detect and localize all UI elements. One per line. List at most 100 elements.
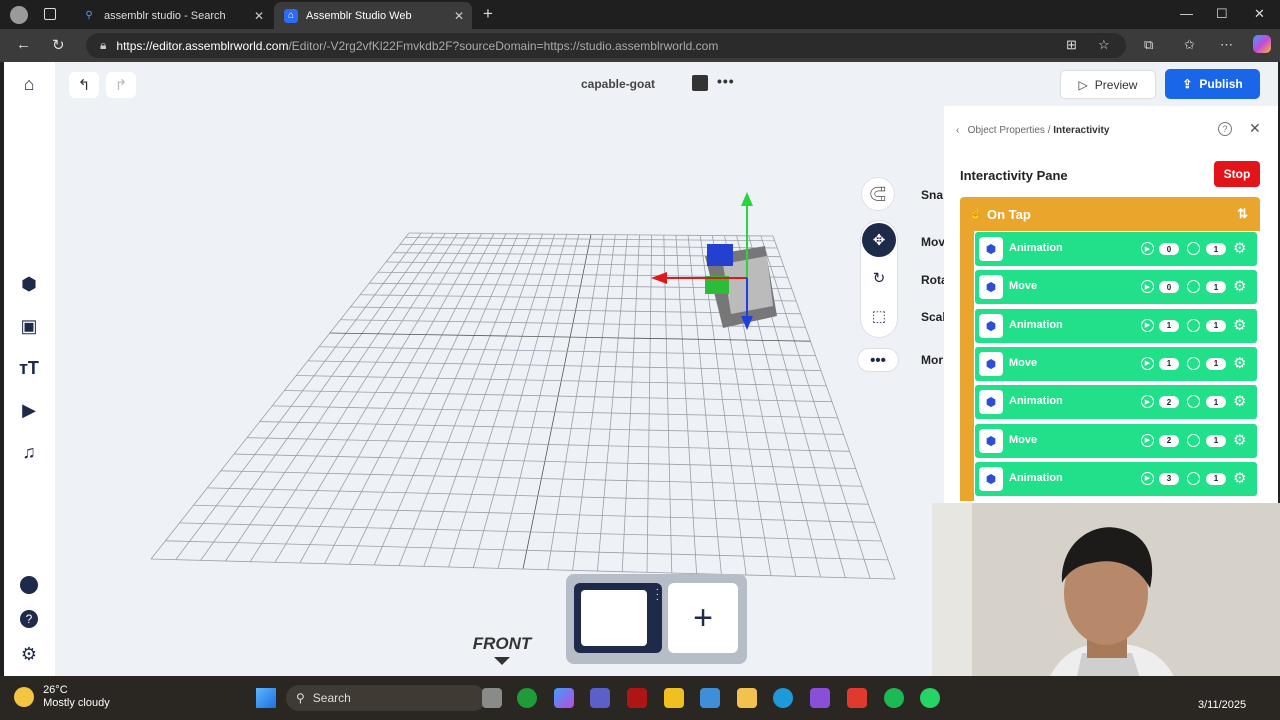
copilot-icon[interactable] (1253, 35, 1271, 53)
tab-assemblr[interactable]: ⌂ Assemblr Studio Web ✕ (274, 2, 472, 29)
app-icon[interactable] (810, 688, 830, 708)
play-icon[interactable]: ▶ (1141, 433, 1154, 447)
settings-icon[interactable]: ⚙ (17, 642, 41, 666)
text-icon[interactable]: тT (17, 356, 41, 380)
action-block[interactable]: ⬢ Move ▶ 1 1 ⚙ (975, 346, 1257, 381)
redo-button[interactable]: ↱ (106, 72, 136, 98)
preview-button[interactable]: ▷ Preview (1060, 70, 1156, 99)
app-icon[interactable] (627, 688, 647, 708)
play-icon[interactable]: ▶ (1141, 395, 1154, 409)
close-icon[interactable]: ✕ (1249, 120, 1261, 137)
taskbar-search[interactable]: ⚲ Search (286, 685, 486, 711)
action-order[interactable]: 1 (1159, 319, 1179, 332)
sort-icon[interactable]: ⇅ (1237, 206, 1248, 222)
back-icon[interactable]: ← (16, 36, 31, 53)
more-options-icon[interactable]: ••• (717, 73, 735, 89)
car-model[interactable] (705, 244, 777, 328)
play-icon[interactable]: ▶ (1141, 242, 1154, 255)
file-explorer-icon[interactable] (482, 688, 502, 708)
image-icon[interactable]: ▣ (17, 314, 41, 338)
tab-actions-icon[interactable] (44, 8, 56, 20)
view-orientation[interactable]: FRONT (452, 625, 552, 665)
action-block[interactable]: ⬢ Animation ▶ 3 1 ⚙ (975, 461, 1257, 496)
scene-thumbnail[interactable]: · · · (574, 583, 662, 653)
scene-menu-icon[interactable]: · · · (656, 585, 659, 605)
action-count[interactable]: 1 (1206, 472, 1226, 485)
undo-button[interactable]: ↰ (69, 72, 99, 98)
play-icon[interactable]: ▶ (1141, 471, 1154, 485)
close-tab-icon[interactable]: ✕ (254, 9, 264, 23)
minimize-icon[interactable]: — (1180, 6, 1193, 21)
folder-icon[interactable] (737, 688, 757, 708)
action-order[interactable]: 3 (1159, 472, 1179, 485)
spotify-icon[interactable] (884, 688, 904, 708)
action-count[interactable]: 1 (1206, 396, 1226, 409)
audio-icon[interactable]: ♫ (17, 440, 41, 464)
action-count[interactable]: 1 (1206, 281, 1226, 294)
play-icon[interactable]: ▶ (1141, 356, 1154, 370)
start-icon[interactable] (256, 688, 276, 708)
3d-object-icon[interactable]: ⬢ (17, 272, 41, 296)
rotate-tool-button[interactable]: ↻ (862, 261, 896, 295)
scale-tool-button[interactable]: ⬚ (862, 299, 896, 333)
gear-icon[interactable]: ⚙ (1233, 431, 1246, 449)
app-icon[interactable] (664, 688, 684, 708)
action-count[interactable]: 1 (1206, 243, 1226, 255)
weather-widget[interactable]: 26°C Mostly cloudy (14, 684, 110, 710)
publish-button[interactable]: ⇪ Publish (1165, 69, 1260, 99)
action-order[interactable]: 2 (1159, 434, 1179, 447)
help-icon[interactable]: ? (17, 607, 41, 631)
window-close-icon[interactable]: ✕ (1254, 6, 1265, 22)
whatsapp-icon[interactable] (920, 688, 940, 708)
action-order[interactable]: 0 (1159, 243, 1179, 255)
app-available-icon[interactable]: ⊞ (1066, 37, 1077, 53)
teams-icon[interactable] (590, 688, 610, 708)
action-order[interactable]: 2 (1159, 396, 1179, 409)
url-field[interactable]: 🔒︎ https://editor.assemblrworld.com /Edi… (86, 33, 1126, 58)
wps-icon[interactable] (847, 688, 867, 708)
profile-avatar[interactable] (10, 6, 28, 24)
action-order[interactable]: 1 (1159, 357, 1179, 370)
menu-icon[interactable]: ⋯ (1220, 37, 1233, 53)
play-icon[interactable]: ▶ (1141, 280, 1154, 294)
favorite-star-icon[interactable]: ☆ (1098, 37, 1110, 53)
action-count[interactable]: 1 (1206, 434, 1226, 447)
gear-icon[interactable]: ⚙ (1233, 239, 1246, 257)
close-tab-icon[interactable]: ✕ (454, 9, 464, 23)
extensions-icon[interactable]: ⧉ (1144, 37, 1153, 53)
3d-viewport[interactable] (55, 106, 943, 676)
gear-icon[interactable]: ⚙ (1233, 354, 1246, 372)
maximize-icon[interactable]: ☐ (1216, 6, 1228, 22)
tab-search[interactable]: ⚲ assemblr studio - Search ✕ (72, 2, 272, 29)
action-count[interactable]: 1 (1206, 357, 1226, 370)
snap-button[interactable]: 🧲︎ (861, 177, 895, 211)
save-icon[interactable] (692, 75, 708, 91)
refresh-icon[interactable]: ↻ (52, 36, 65, 54)
more-tools-button[interactable]: ••• (857, 348, 899, 372)
edge-icon[interactable] (773, 688, 793, 708)
app-icon[interactable] (700, 688, 720, 708)
help-circle-icon[interactable]: ? (1218, 122, 1232, 136)
breadcrumb-parent[interactable]: Object Properties (968, 125, 1045, 136)
chat-icon[interactable] (17, 573, 41, 597)
xbox-icon[interactable] (517, 688, 537, 708)
action-block[interactable]: ⬢ Move ▶ 2 1 ⚙ (975, 423, 1257, 458)
copilot-app-icon[interactable] (554, 688, 574, 708)
favorites-icon[interactable]: ✩ (1184, 37, 1195, 53)
move-tool-button[interactable]: ✥ (862, 223, 896, 257)
action-order[interactable]: 0 (1159, 281, 1179, 294)
video-icon[interactable]: ▶ (17, 398, 41, 422)
gear-icon[interactable]: ⚙ (1233, 469, 1246, 487)
gear-icon[interactable]: ⚙ (1233, 277, 1246, 295)
action-block[interactable]: ⬢ Animation ▶ 2 1 ⚙ (975, 385, 1257, 420)
chevron-left-icon[interactable]: ‹ (956, 125, 965, 136)
action-block[interactable]: ⬢ Animation ▶ 1 1 ⚙ (975, 308, 1257, 343)
action-block[interactable]: ⬢ Animation ▶ 0 1 ⚙ (975, 232, 1257, 266)
add-scene-button[interactable]: + (668, 583, 738, 653)
stop-button[interactable]: Stop (1214, 161, 1260, 187)
new-tab-icon[interactable]: + (483, 4, 493, 24)
home-icon[interactable]: ⌂ (17, 72, 41, 96)
play-icon[interactable]: ▶ (1141, 318, 1154, 332)
project-name[interactable]: capable-goat (581, 77, 655, 91)
action-block[interactable]: ⬢ Move ▶ 0 1 ⚙ (975, 270, 1257, 305)
